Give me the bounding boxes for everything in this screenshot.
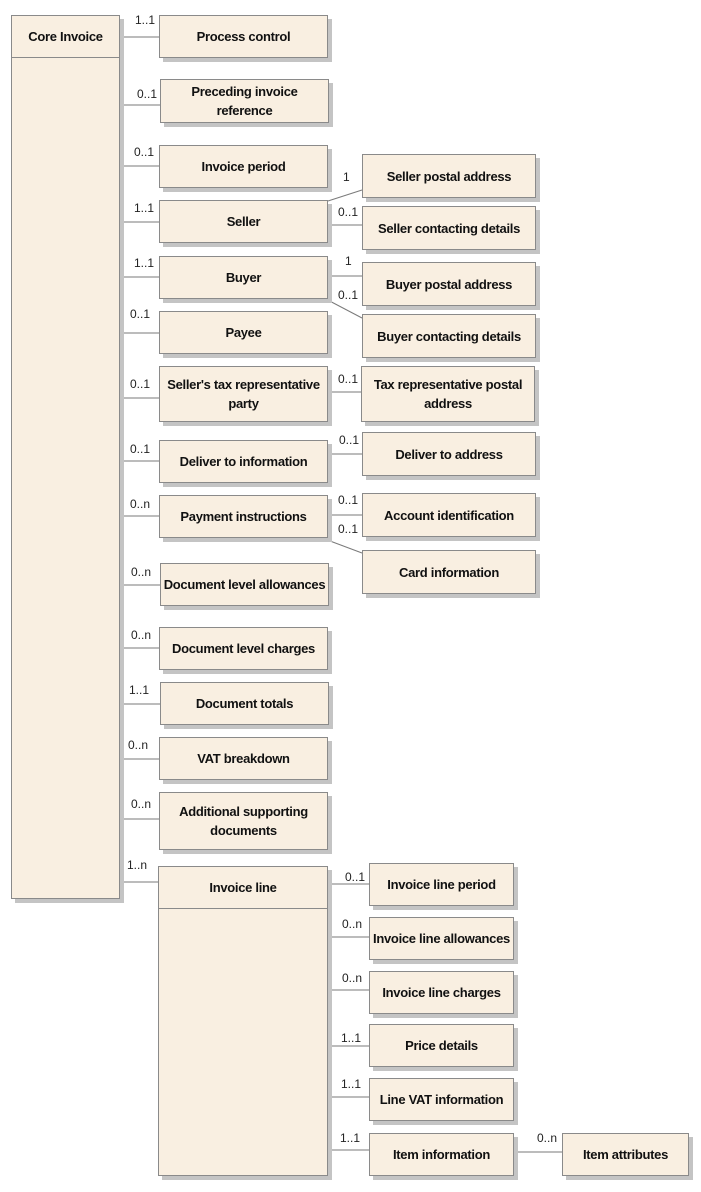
invoice-model-diagram: Core Invoice Invoice line 1..n Process c… bbox=[0, 0, 701, 1192]
multiplicity-buyer-contacting-details: 0..1 bbox=[338, 288, 359, 302]
multiplicity-payee: 0..1 bbox=[130, 307, 151, 321]
box-preceding-invoice-reference[interactable]: Preceding invoice reference bbox=[160, 79, 329, 123]
multiplicity-item-information: 1..1 bbox=[340, 1131, 361, 1145]
multiplicity-document-totals: 1..1 bbox=[129, 683, 150, 697]
box-tax-representative-postal-address[interactable]: Tax representative postal address bbox=[361, 366, 535, 422]
box-seller-contacting-details[interactable]: Seller contacting details bbox=[362, 206, 536, 250]
box-payee[interactable]: Payee bbox=[159, 311, 328, 354]
box-document-totals[interactable]: Document totals bbox=[160, 682, 329, 725]
box-sellers-tax-representative-party[interactable]: Seller's tax representative party bbox=[159, 366, 328, 422]
multiplicity-invoice-line-charges: 0..n bbox=[342, 971, 363, 985]
multiplicity-invoice-period: 0..1 bbox=[134, 145, 155, 159]
box-invoice-line-period[interactable]: Invoice line period bbox=[369, 863, 514, 906]
box-buyer-postal-address[interactable]: Buyer postal address bbox=[362, 262, 536, 306]
multiplicity-additional-supporting-documents: 0..n bbox=[131, 797, 152, 811]
box-invoice-period[interactable]: Invoice period bbox=[159, 145, 328, 188]
multiplicity-invoice-line-allowances: 0..n bbox=[342, 917, 363, 931]
box-seller[interactable]: Seller bbox=[159, 200, 328, 243]
multiplicity-invoice-line-period: 0..1 bbox=[345, 870, 366, 884]
box-buyer[interactable]: Buyer bbox=[159, 256, 328, 299]
box-price-details[interactable]: Price details bbox=[369, 1024, 514, 1067]
multiplicity-card-information: 0..1 bbox=[338, 522, 359, 536]
multiplicity-document-level-allowances: 0..n bbox=[131, 565, 152, 579]
multiplicity-tax-representative-postal-address: 0..1 bbox=[338, 372, 359, 386]
box-invoice-line-charges[interactable]: Invoice line charges bbox=[369, 971, 514, 1014]
multiplicity-buyer-postal-address: 1 bbox=[345, 254, 352, 268]
box-item-information[interactable]: Item information bbox=[369, 1133, 514, 1176]
box-payment-instructions[interactable]: Payment instructions bbox=[159, 495, 328, 538]
multiplicity-seller-contacting-details: 0..1 bbox=[338, 205, 359, 219]
multiplicity-vat-breakdown: 0..n bbox=[128, 738, 149, 752]
box-buyer-contacting-details[interactable]: Buyer contacting details bbox=[362, 314, 536, 358]
box-additional-supporting-documents[interactable]: Additional supporting documents bbox=[159, 792, 328, 850]
multiplicity-invoice-line: 1..n bbox=[127, 858, 148, 872]
connector-seller-postal-address bbox=[327, 189, 363, 202]
multiplicity-seller-postal-address: 1 bbox=[343, 170, 350, 184]
multiplicity-document-level-charges: 0..n bbox=[131, 628, 152, 642]
multiplicity-deliver-to-information: 0..1 bbox=[130, 442, 151, 456]
box-process-control[interactable]: Process control bbox=[159, 15, 328, 58]
box-document-level-allowances[interactable]: Document level allowances bbox=[160, 563, 329, 606]
box-seller-postal-address[interactable]: Seller postal address bbox=[362, 154, 536, 198]
box-deliver-to-information[interactable]: Deliver to information bbox=[159, 440, 328, 483]
multiplicity-account-identification: 0..1 bbox=[338, 493, 359, 507]
multiplicity-preceding-invoice-reference: 0..1 bbox=[137, 87, 158, 101]
core-invoice-title: Core Invoice bbox=[12, 16, 119, 58]
box-invoice-line-allowances[interactable]: Invoice line allowances bbox=[369, 917, 514, 960]
multiplicity-sellers-tax-representative-party: 0..1 bbox=[130, 377, 151, 391]
invoice-line-title: Invoice line bbox=[159, 867, 327, 909]
multiplicity-line-vat-information: 1..1 bbox=[341, 1077, 362, 1091]
box-card-information[interactable]: Card information bbox=[362, 550, 536, 594]
multiplicity-item-attributes: 0..n bbox=[537, 1131, 558, 1145]
connector-card-information bbox=[321, 537, 363, 554]
box-account-identification[interactable]: Account identification bbox=[362, 493, 536, 537]
core-invoice-class[interactable]: Core Invoice bbox=[11, 15, 120, 899]
box-document-level-charges[interactable]: Document level charges bbox=[159, 627, 328, 670]
box-line-vat-information[interactable]: Line VAT information bbox=[369, 1078, 514, 1121]
box-deliver-to-address[interactable]: Deliver to address bbox=[362, 432, 536, 476]
multiplicity-price-details: 1..1 bbox=[341, 1031, 362, 1045]
multiplicity-buyer: 1..1 bbox=[134, 256, 155, 270]
box-vat-breakdown[interactable]: VAT breakdown bbox=[159, 737, 328, 780]
multiplicity-process-control: 1..1 bbox=[135, 13, 156, 27]
multiplicity-deliver-to-address: 0..1 bbox=[339, 433, 360, 447]
multiplicity-seller: 1..1 bbox=[134, 201, 155, 215]
invoice-line-class[interactable]: Invoice line bbox=[158, 866, 328, 1176]
box-item-attributes[interactable]: Item attributes bbox=[562, 1133, 689, 1176]
multiplicity-payment-instructions: 0..n bbox=[130, 497, 151, 511]
